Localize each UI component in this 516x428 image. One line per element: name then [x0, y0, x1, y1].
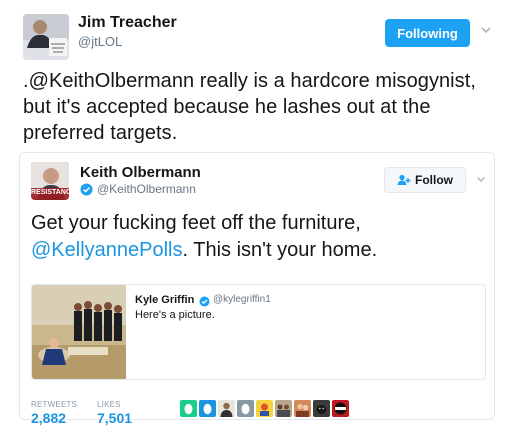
avatar[interactable]: RESISTANCE	[31, 162, 69, 200]
quoted-tweet-card[interactable]: RESISTANCE Keith Olbermann @KeithOlberma…	[19, 152, 495, 426]
nested-quoted-tweet[interactable]: Kyle Griffin @kylegriffin1 Here's a pict…	[31, 284, 486, 380]
display-name[interactable]: Jim Treacher	[78, 14, 177, 32]
liker-avatar-people[interactable]	[294, 400, 311, 417]
follow-button[interactable]: Follow	[384, 167, 466, 193]
liker-avatar-dog[interactable]	[313, 400, 330, 417]
person-portrait-icon	[23, 14, 69, 60]
handle[interactable]: @jtLOL	[78, 34, 122, 49]
display-name[interactable]: Keith Olbermann	[80, 164, 201, 181]
follow-label: Follow	[415, 173, 453, 187]
handle[interactable]: @kylegriffin1	[213, 294, 271, 305]
avatar[interactable]	[23, 14, 69, 60]
text-before-mention: Get your fucking feet off the furniture,	[31, 212, 361, 234]
retweets-label: RETWEETS	[31, 400, 78, 409]
verified-badge-icon	[199, 294, 210, 307]
following-button[interactable]: Following	[385, 19, 470, 47]
oval-office-photo-icon	[32, 285, 126, 379]
text-after-mention: . This isn't your home.	[182, 239, 378, 261]
liker-avatar-cartoon[interactable]	[256, 400, 273, 417]
liker-avatar-blue-egg[interactable]	[199, 400, 216, 417]
likes-label: LIKES	[97, 400, 121, 409]
liker-avatar-gray-egg[interactable]	[237, 400, 254, 417]
handle[interactable]: @KeithOlbermann	[97, 182, 196, 196]
add-user-icon	[397, 174, 411, 185]
verified-badge-icon	[80, 183, 93, 196]
tweet-text: Here's a picture.	[135, 309, 215, 321]
tweet-photo[interactable]	[32, 285, 126, 379]
mention-link[interactable]: @KellyannePolls	[31, 239, 183, 261]
liker-avatars	[180, 400, 349, 420]
avatar-caption: RESISTANCE	[31, 189, 69, 196]
liker-avatar-tolls-logo[interactable]	[332, 400, 349, 417]
tweet-text: .@KeithOlbermann really is a hardcore mi…	[23, 70, 476, 144]
retweets-count[interactable]: 2,882	[31, 410, 66, 426]
likes-count[interactable]: 7,501	[97, 410, 132, 426]
liker-avatar-green-egg[interactable]	[180, 400, 197, 417]
display-name[interactable]: Kyle Griffin	[135, 294, 194, 306]
liker-avatar-group[interactable]	[275, 400, 292, 417]
liker-avatar-person[interactable]	[218, 400, 235, 417]
chevron-down-icon[interactable]	[479, 23, 493, 37]
tweet-text: Get your fucking feet off the furniture,…	[31, 210, 486, 264]
chevron-down-icon[interactable]	[475, 172, 487, 184]
